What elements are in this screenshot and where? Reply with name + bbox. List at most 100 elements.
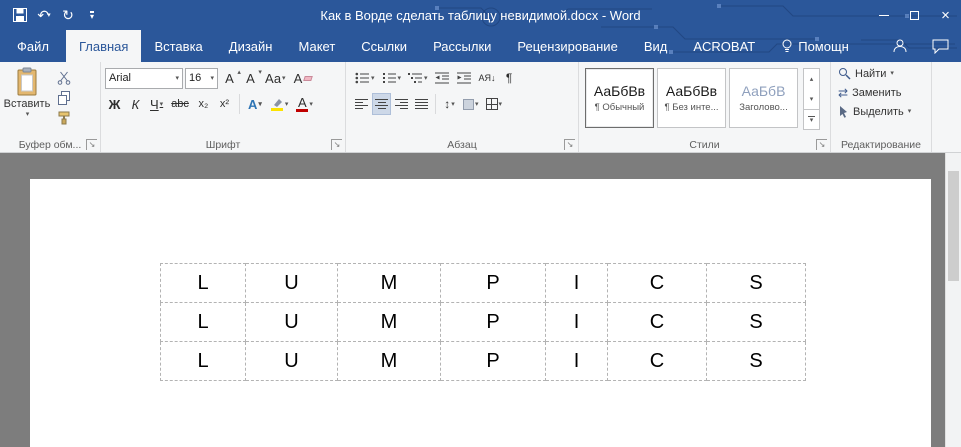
table-cell[interactable]: I (545, 341, 608, 381)
tab-acrobat[interactable]: ACROBAT (680, 30, 768, 62)
table-cell[interactable]: C (607, 341, 707, 381)
justify-button[interactable] (412, 93, 431, 115)
dialog-launcher-icon[interactable]: ↘ (564, 139, 575, 150)
change-case-button[interactable]: Аа ▾ (262, 67, 289, 89)
account-button[interactable] (880, 30, 920, 62)
table-cell[interactable]: U (245, 302, 338, 342)
table-cell[interactable]: S (706, 341, 806, 381)
tab-mailings[interactable]: Рассылки (420, 30, 504, 62)
format-painter-button[interactable] (52, 109, 76, 127)
customize-quick-access-button[interactable]: ▾ (81, 3, 103, 27)
window-title: Как в Ворде сделать таблицу невидимой.do… (320, 7, 641, 23)
highlight-color-button[interactable]: ▾ (267, 93, 292, 115)
style-card-no-spacing[interactable]: АаБбВв ¶ Без инте... (657, 68, 726, 128)
scroll-up-arrow-icon[interactable] (946, 153, 961, 169)
paste-label: Вставить (3, 98, 51, 110)
table-cell[interactable]: S (706, 302, 806, 342)
numbering-button[interactable]: ▾ (379, 67, 405, 89)
scrollbar-thumb[interactable] (948, 171, 959, 281)
tab-insert[interactable]: Вставка (141, 30, 215, 62)
close-button[interactable]: × (930, 0, 961, 30)
strikethrough-button[interactable]: abc (168, 93, 192, 115)
sort-button[interactable]: АЯ↓ (476, 67, 499, 89)
table-row: L U M P I C S (160, 302, 806, 342)
table-cell[interactable]: L (160, 263, 246, 303)
table-cell[interactable]: I (545, 302, 608, 342)
table-cell[interactable]: L (160, 302, 246, 342)
increase-indent-button[interactable] (454, 67, 475, 89)
shading-button[interactable]: ▾ (460, 93, 482, 115)
style-scroll-up-button[interactable]: ▴ (804, 69, 819, 89)
table-cell[interactable]: L (160, 341, 246, 381)
cut-button[interactable] (52, 69, 76, 87)
replace-button[interactable]: ⇄ Заменить (833, 83, 902, 102)
tab-references[interactable]: Ссылки (348, 30, 420, 62)
align-right-button[interactable] (392, 93, 411, 115)
font-name-combo[interactable]: Arial ▾ (105, 67, 183, 89)
table-cell[interactable]: M (337, 341, 441, 381)
dialog-launcher-icon[interactable]: ↘ (331, 139, 342, 150)
table-cell[interactable]: I (545, 263, 608, 303)
table-cell[interactable]: U (245, 341, 338, 381)
align-left-button[interactable] (352, 93, 371, 115)
invisible-table[interactable]: L U M P I C S L U M P I C S L U M P I C … (160, 263, 806, 381)
bold-button[interactable]: Ж (105, 93, 124, 115)
tab-home[interactable]: Главная (65, 30, 142, 62)
font-size-combo[interactable]: 16 ▾ (185, 67, 218, 89)
tab-view[interactable]: Вид (631, 30, 681, 62)
undo-button[interactable]: ↶ ▾ (33, 3, 55, 27)
find-button[interactable]: Найти ▾ (833, 64, 894, 83)
table-cell[interactable]: C (607, 263, 707, 303)
decrease-indent-button[interactable] (432, 67, 453, 89)
tab-layout[interactable]: Макет (285, 30, 348, 62)
paste-button[interactable]: Вставить ▾ (2, 64, 52, 127)
line-spacing-button[interactable]: ↕ ▾ (440, 93, 459, 115)
comments-button[interactable] (920, 30, 961, 62)
tab-review[interactable]: Рецензирование (504, 30, 630, 62)
subscript-button[interactable]: х₂ (194, 93, 213, 115)
tab-design[interactable]: Дизайн (216, 30, 286, 62)
justify-icon (415, 99, 428, 109)
document-page[interactable]: L U M P I C S L U M P I C S L U M P I C … (30, 179, 931, 447)
table-cell[interactable]: P (440, 263, 546, 303)
copy-button[interactable] (52, 89, 76, 107)
style-scroll-down-button[interactable]: ▾ (804, 89, 819, 109)
table-cell[interactable]: M (337, 263, 441, 303)
tab-tell-me[interactable]: Помощн (768, 30, 862, 62)
maximize-button[interactable] (899, 0, 930, 30)
minimize-button[interactable] (868, 0, 899, 30)
redo-button[interactable]: ↻ (57, 3, 79, 27)
select-button[interactable]: Выделить ▾ (833, 102, 911, 121)
align-center-button[interactable] (372, 93, 391, 115)
font-color-button[interactable]: А ▾ (293, 93, 316, 115)
text-effects-button[interactable]: А ▾ (245, 93, 265, 115)
borders-button[interactable]: ▾ (483, 93, 506, 115)
strikethrough-icon: abc (171, 98, 189, 110)
table-cell[interactable]: S (706, 263, 806, 303)
table-cell[interactable]: C (607, 302, 707, 342)
dialog-launcher-icon[interactable]: ↘ (86, 139, 97, 150)
tab-file[interactable]: Файл (0, 30, 66, 62)
style-card-normal[interactable]: АаБбВв ¶ Обычный (585, 68, 654, 128)
bullets-button[interactable]: ▾ (352, 67, 378, 89)
italic-button[interactable]: К (126, 93, 145, 115)
superscript-button[interactable]: х² (215, 93, 234, 115)
style-gallery-more-button[interactable]: ▾ (804, 109, 819, 129)
vertical-scrollbar[interactable] (945, 153, 961, 447)
grow-font-button[interactable]: А ▴ (220, 67, 241, 89)
table-cell[interactable]: P (440, 341, 546, 381)
separator (238, 94, 240, 114)
multilevel-list-button[interactable]: ▾ (405, 67, 431, 89)
decrease-indent-icon (434, 72, 449, 84)
style-card-heading[interactable]: АаБбВ Заголово... (729, 68, 798, 128)
table-cell[interactable]: P (440, 302, 546, 342)
underline-button[interactable]: Ч ▾ (147, 93, 166, 115)
table-cell[interactable]: U (245, 263, 338, 303)
save-button[interactable] (9, 3, 31, 27)
dialog-launcher-icon[interactable]: ↘ (816, 139, 827, 150)
table-cell[interactable]: M (337, 302, 441, 342)
clear-formatting-button[interactable]: А (291, 67, 316, 89)
show-paragraph-marks-button[interactable]: ¶ (500, 67, 519, 89)
shrink-font-button[interactable]: А ▾ (241, 67, 262, 89)
style-name: ¶ Без инте... (664, 102, 719, 113)
